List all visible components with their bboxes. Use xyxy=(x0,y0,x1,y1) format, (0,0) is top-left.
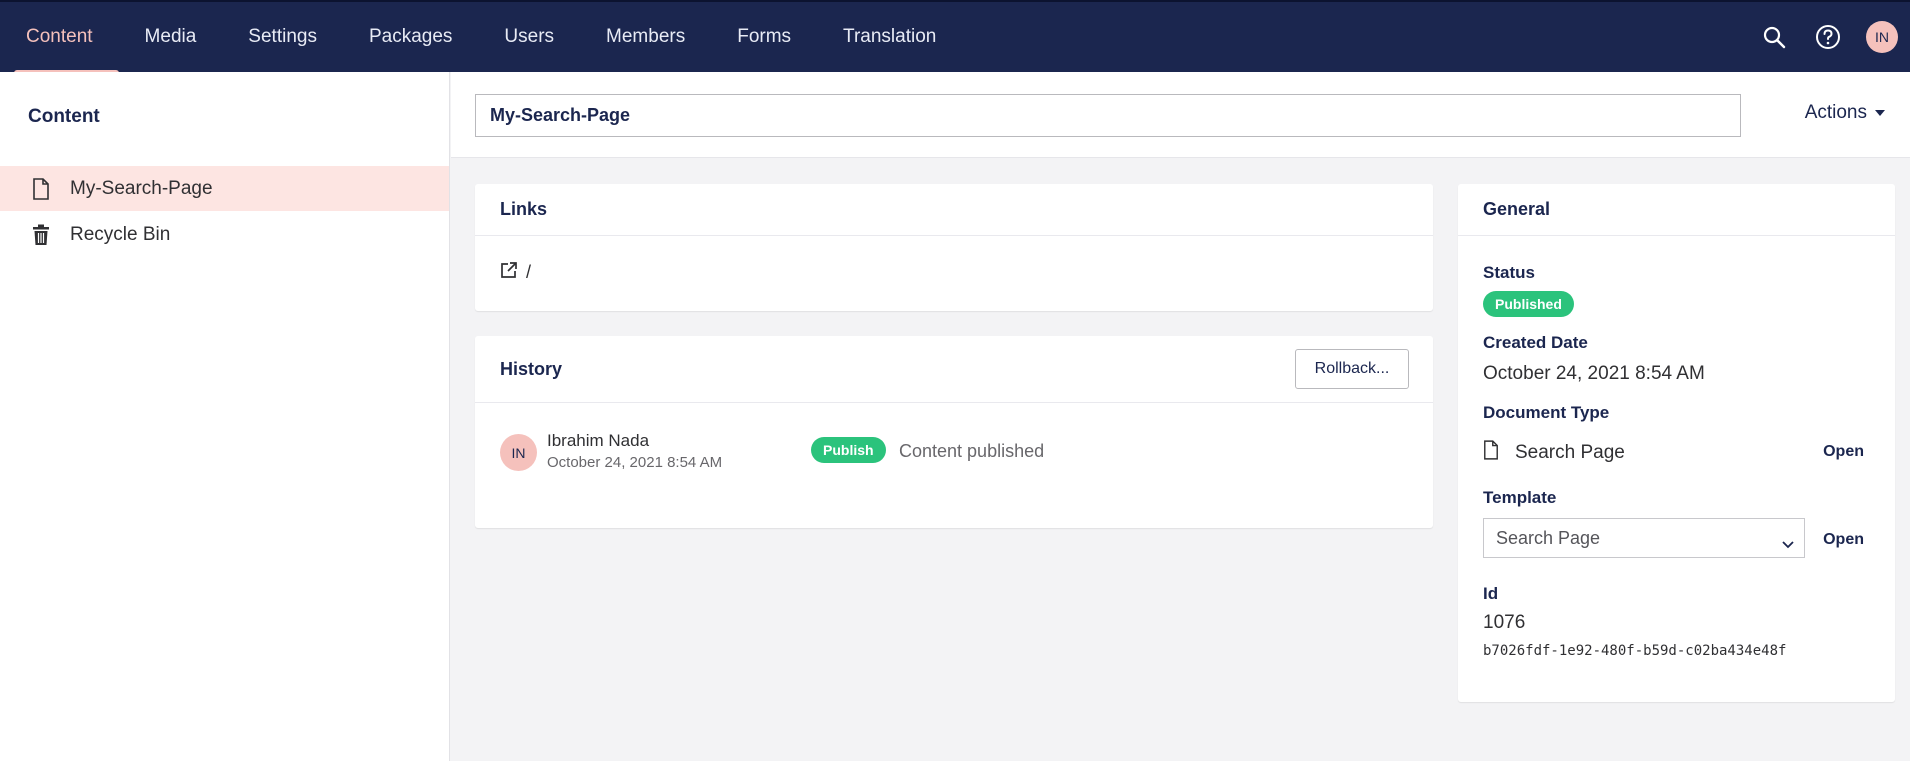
sidebar-title: Content xyxy=(28,106,100,127)
id-label: Id xyxy=(1483,584,1499,603)
caret-down-icon xyxy=(1875,110,1885,116)
nav-item-media[interactable]: Media xyxy=(119,2,223,72)
editor-header: Actions xyxy=(451,72,1910,158)
general-title: General xyxy=(1458,184,1895,236)
status-label: Status xyxy=(1483,263,1535,282)
trash-icon xyxy=(30,223,52,247)
nav-item-members[interactable]: Members xyxy=(580,2,711,72)
top-navigation-bar: Content Media Settings Packages Users Me… xyxy=(0,0,1910,74)
user-avatar[interactable]: IN xyxy=(1866,21,1898,53)
template-label: Template xyxy=(1483,488,1557,507)
tree-item-recycle-bin[interactable]: Recycle Bin xyxy=(0,212,449,257)
status-badge: Published xyxy=(1483,291,1574,317)
tree-item-my-search-page[interactable]: My-Search-Page xyxy=(0,166,449,211)
template-select[interactable]: Search Page xyxy=(1483,518,1805,558)
history-text: Content published xyxy=(899,441,1045,461)
history-user: Ibrahim Nada xyxy=(547,431,650,450)
guid-value: b7026fdf-1e92-480f-b59d-c02ba434e48f xyxy=(1483,643,1787,659)
section-nav: Content Media Settings Packages Users Me… xyxy=(0,2,962,74)
actions-dropdown[interactable]: Actions xyxy=(1805,102,1885,124)
document-type-label: Document Type xyxy=(1483,403,1610,422)
nav-item-translation[interactable]: Translation xyxy=(817,2,962,72)
top-right-tools: IN xyxy=(1758,2,1898,72)
links-panel: Links / xyxy=(475,184,1433,311)
link-url: / xyxy=(526,262,532,282)
tree-item-label: Recycle Bin xyxy=(70,223,171,245)
chevron-down-icon xyxy=(1782,533,1794,554)
created-date-value: October 24, 2021 8:54 AM xyxy=(1483,363,1705,384)
nav-item-forms[interactable]: Forms xyxy=(711,2,817,72)
history-panel: History Rollback... IN Ibrahim Nada Octo… xyxy=(475,336,1433,528)
document-type-row: Search Page xyxy=(1483,440,1625,465)
external-link-icon xyxy=(500,261,518,284)
node-name-input[interactable] xyxy=(475,94,1741,137)
links-title: Links xyxy=(475,184,1433,236)
help-icon[interactable] xyxy=(1812,21,1844,53)
nav-item-users[interactable]: Users xyxy=(478,2,580,72)
open-template-link[interactable]: Open xyxy=(1823,531,1864,549)
document-icon xyxy=(30,177,52,201)
open-document-type-link[interactable]: Open xyxy=(1823,443,1864,461)
avatar: IN xyxy=(500,434,537,471)
actions-label: Actions xyxy=(1804,102,1867,123)
nav-item-settings[interactable]: Settings xyxy=(222,2,343,72)
created-date-label: Created Date xyxy=(1483,333,1588,352)
search-icon[interactable] xyxy=(1758,21,1790,53)
publish-badge: Publish xyxy=(811,437,886,463)
rollback-button[interactable]: Rollback... xyxy=(1295,349,1409,389)
history-date: October 24, 2021 8:54 AM xyxy=(547,454,723,471)
nav-item-content[interactable]: Content xyxy=(0,2,119,74)
content-tree-sidebar: Content My-Search-Page Recycle Bin xyxy=(0,72,450,761)
page-link[interactable]: / xyxy=(500,261,531,284)
history-title: History xyxy=(500,358,563,379)
tree-item-label: My-Search-Page xyxy=(70,177,213,199)
history-header: History Rollback... xyxy=(475,336,1433,403)
nav-item-packages[interactable]: Packages xyxy=(343,2,478,72)
general-panel: General Status Published Created Date Oc… xyxy=(1458,184,1895,702)
id-value: 1076 xyxy=(1483,612,1526,633)
template-value: Search Page xyxy=(1496,527,1601,548)
document-icon xyxy=(1483,440,1499,465)
history-entry: IN Ibrahim Nada October 24, 2021 8:54 AM… xyxy=(500,431,1400,481)
document-type-value: Search Page xyxy=(1515,441,1625,463)
